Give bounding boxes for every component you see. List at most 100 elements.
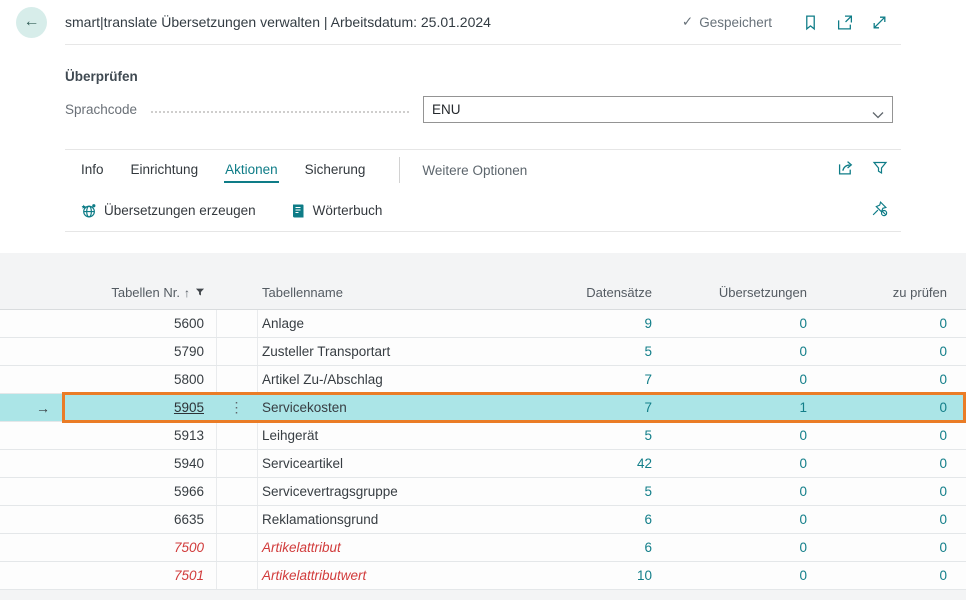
- row-selector-cell[interactable]: →: [0, 400, 62, 416]
- review-section: Überprüfen Sprachcode: [65, 69, 893, 123]
- share-icon[interactable]: [837, 159, 856, 181]
- cell-zu-pruefen[interactable]: 0: [815, 540, 955, 555]
- table-row[interactable]: → 5905 ⋮ Servicekosten 7 1 0: [0, 394, 966, 422]
- cell-zu-pruefen[interactable]: 0: [815, 484, 955, 499]
- cell-tabellen-nr[interactable]: 5600: [62, 310, 217, 337]
- cell-tabellenname[interactable]: Artikelattributwert: [258, 568, 505, 583]
- tab-info[interactable]: Info: [80, 157, 105, 183]
- cell-tabellen-nr[interactable]: 5940: [62, 450, 217, 477]
- tab-aktionen[interactable]: Aktionen: [224, 157, 279, 183]
- column-header-zu-pruefen[interactable]: zu prüfen: [815, 285, 955, 300]
- cell-tabellen-nr[interactable]: 5966: [62, 478, 217, 505]
- cell-datensaetze[interactable]: 42: [505, 456, 660, 471]
- row-menu-icon[interactable]: [217, 310, 258, 337]
- cell-zu-pruefen[interactable]: 0: [815, 512, 955, 527]
- cell-uebersetzungen[interactable]: 0: [660, 428, 815, 443]
- cell-tabellen-nr[interactable]: 6635: [62, 506, 217, 533]
- cell-uebersetzungen[interactable]: 0: [660, 456, 815, 471]
- row-menu-icon[interactable]: [217, 506, 258, 533]
- cell-tabellenname[interactable]: Artikel Zu-/Abschlag: [258, 372, 505, 387]
- expand-icon[interactable]: [871, 14, 888, 31]
- cell-datensaetze[interactable]: 5: [505, 428, 660, 443]
- column-header-datensaetze[interactable]: Datensätze: [505, 285, 660, 300]
- cell-uebersetzungen[interactable]: 0: [660, 484, 815, 499]
- row-menu-icon[interactable]: [217, 478, 258, 505]
- table-row[interactable]: 7500 Artikelattribut 6 0 0: [0, 534, 966, 562]
- table-row[interactable]: 5800 Artikel Zu-/Abschlag 7 0 0: [0, 366, 966, 394]
- cell-zu-pruefen[interactable]: 0: [815, 400, 955, 415]
- cell-tabellenname[interactable]: Servicevertragsgruppe: [258, 484, 505, 499]
- column-header-tabellen-nr[interactable]: Tabellen Nr. ↑: [62, 285, 217, 300]
- table-row[interactable]: 6635 Reklamationsgrund 6 0 0: [0, 506, 966, 534]
- translate-icon: [80, 202, 97, 219]
- cell-tabellenname[interactable]: Reklamationsgrund: [258, 512, 505, 527]
- table-row[interactable]: 5790 Zusteller Transportart 5 0 0: [0, 338, 966, 366]
- cell-tabellenname[interactable]: Zusteller Transportart: [258, 344, 505, 359]
- unpin-icon[interactable]: [871, 200, 888, 222]
- cell-datensaetze[interactable]: 5: [505, 484, 660, 499]
- cell-uebersetzungen[interactable]: 0: [660, 568, 815, 583]
- cell-tabellenname[interactable]: Leihgerät: [258, 428, 505, 443]
- cell-datensaetze[interactable]: 6: [505, 540, 660, 555]
- cell-tabellen-nr[interactable]: 5905: [62, 394, 217, 421]
- row-menu-icon[interactable]: ⋮: [217, 394, 258, 421]
- tab-einrichtung[interactable]: Einrichtung: [130, 157, 200, 183]
- cell-datensaetze[interactable]: 6: [505, 512, 660, 527]
- table-row[interactable]: 5600 Anlage 9 0 0: [0, 310, 966, 338]
- row-menu-icon[interactable]: [217, 450, 258, 477]
- cell-uebersetzungen[interactable]: 0: [660, 344, 815, 359]
- uebersetzungen-erzeugen-button[interactable]: Übersetzungen erzeugen: [80, 202, 256, 219]
- tab-sicherung[interactable]: Sicherung: [304, 157, 367, 183]
- sprachcode-input[interactable]: [423, 96, 893, 123]
- cell-tabellen-nr[interactable]: 5790: [62, 338, 217, 365]
- cell-zu-pruefen[interactable]: 0: [815, 344, 955, 359]
- cell-uebersetzungen[interactable]: 1: [660, 400, 815, 415]
- chevron-down-icon[interactable]: [872, 106, 884, 124]
- filter-icon[interactable]: [872, 160, 888, 181]
- table-row[interactable]: 5913 Leihgerät 5 0 0: [0, 422, 966, 450]
- cell-datensaetze[interactable]: 7: [505, 372, 660, 387]
- woerterbuch-button[interactable]: Wörterbuch: [290, 203, 383, 219]
- cell-uebersetzungen[interactable]: 0: [660, 372, 815, 387]
- more-options-button[interactable]: Weitere Optionen: [422, 163, 527, 178]
- cell-datensaetze[interactable]: 7: [505, 400, 660, 415]
- cell-tabellen-nr[interactable]: 7501: [62, 562, 217, 589]
- cell-tabellenname[interactable]: Servicekosten: [258, 400, 505, 415]
- back-button[interactable]: ←: [16, 7, 47, 38]
- cell-uebersetzungen[interactable]: 0: [660, 540, 815, 555]
- cell-uebersetzungen[interactable]: 0: [660, 316, 815, 331]
- cell-tabellen-nr[interactable]: 5913: [62, 422, 217, 449]
- table-header: Tabellen Nr. ↑ Tabellenname Datensätze Ü…: [0, 253, 966, 310]
- column-header-uebersetzungen[interactable]: Übersetzungen: [660, 285, 815, 300]
- row-menu-icon[interactable]: [217, 534, 258, 561]
- cell-zu-pruefen[interactable]: 0: [815, 372, 955, 387]
- table-body: 5600 Anlage 9 0 0 5790 Zusteller Transpo…: [0, 310, 966, 590]
- open-in-new-window-icon[interactable]: [836, 14, 854, 31]
- cell-tabellen-nr[interactable]: 5800: [62, 366, 217, 393]
- cell-tabellen-nr[interactable]: 7500: [62, 534, 217, 561]
- cell-datensaetze[interactable]: 5: [505, 344, 660, 359]
- table-row[interactable]: 5966 Servicevertragsgruppe 5 0 0: [0, 478, 966, 506]
- row-menu-icon[interactable]: [217, 422, 258, 449]
- cell-tabellenname[interactable]: Anlage: [258, 316, 505, 331]
- table-row[interactable]: 5940 Serviceartikel 42 0 0: [0, 450, 966, 478]
- table-row[interactable]: 7501 Artikelattributwert 10 0 0: [0, 562, 966, 590]
- cell-zu-pruefen[interactable]: 0: [815, 316, 955, 331]
- page-title: smart|translate Übersetzungen verwalten …: [65, 14, 682, 30]
- cell-zu-pruefen[interactable]: 0: [815, 456, 955, 471]
- column-header-tabellenname[interactable]: Tabellenname: [258, 285, 505, 300]
- sprachcode-combobox[interactable]: [423, 96, 893, 123]
- bookmark-icon[interactable]: [802, 14, 819, 31]
- save-status: ✓ Gespeichert: [682, 14, 772, 30]
- row-menu-icon[interactable]: [217, 338, 258, 365]
- row-menu-icon[interactable]: [217, 366, 258, 393]
- cell-zu-pruefen[interactable]: 0: [815, 568, 955, 583]
- cell-zu-pruefen[interactable]: 0: [815, 428, 955, 443]
- cell-datensaetze[interactable]: 9: [505, 316, 660, 331]
- check-icon: ✓: [682, 14, 693, 30]
- row-menu-icon[interactable]: [217, 562, 258, 589]
- cell-uebersetzungen[interactable]: 0: [660, 512, 815, 527]
- cell-datensaetze[interactable]: 10: [505, 568, 660, 583]
- cell-tabellenname[interactable]: Serviceartikel: [258, 456, 505, 471]
- cell-tabellenname[interactable]: Artikelattribut: [258, 540, 505, 555]
